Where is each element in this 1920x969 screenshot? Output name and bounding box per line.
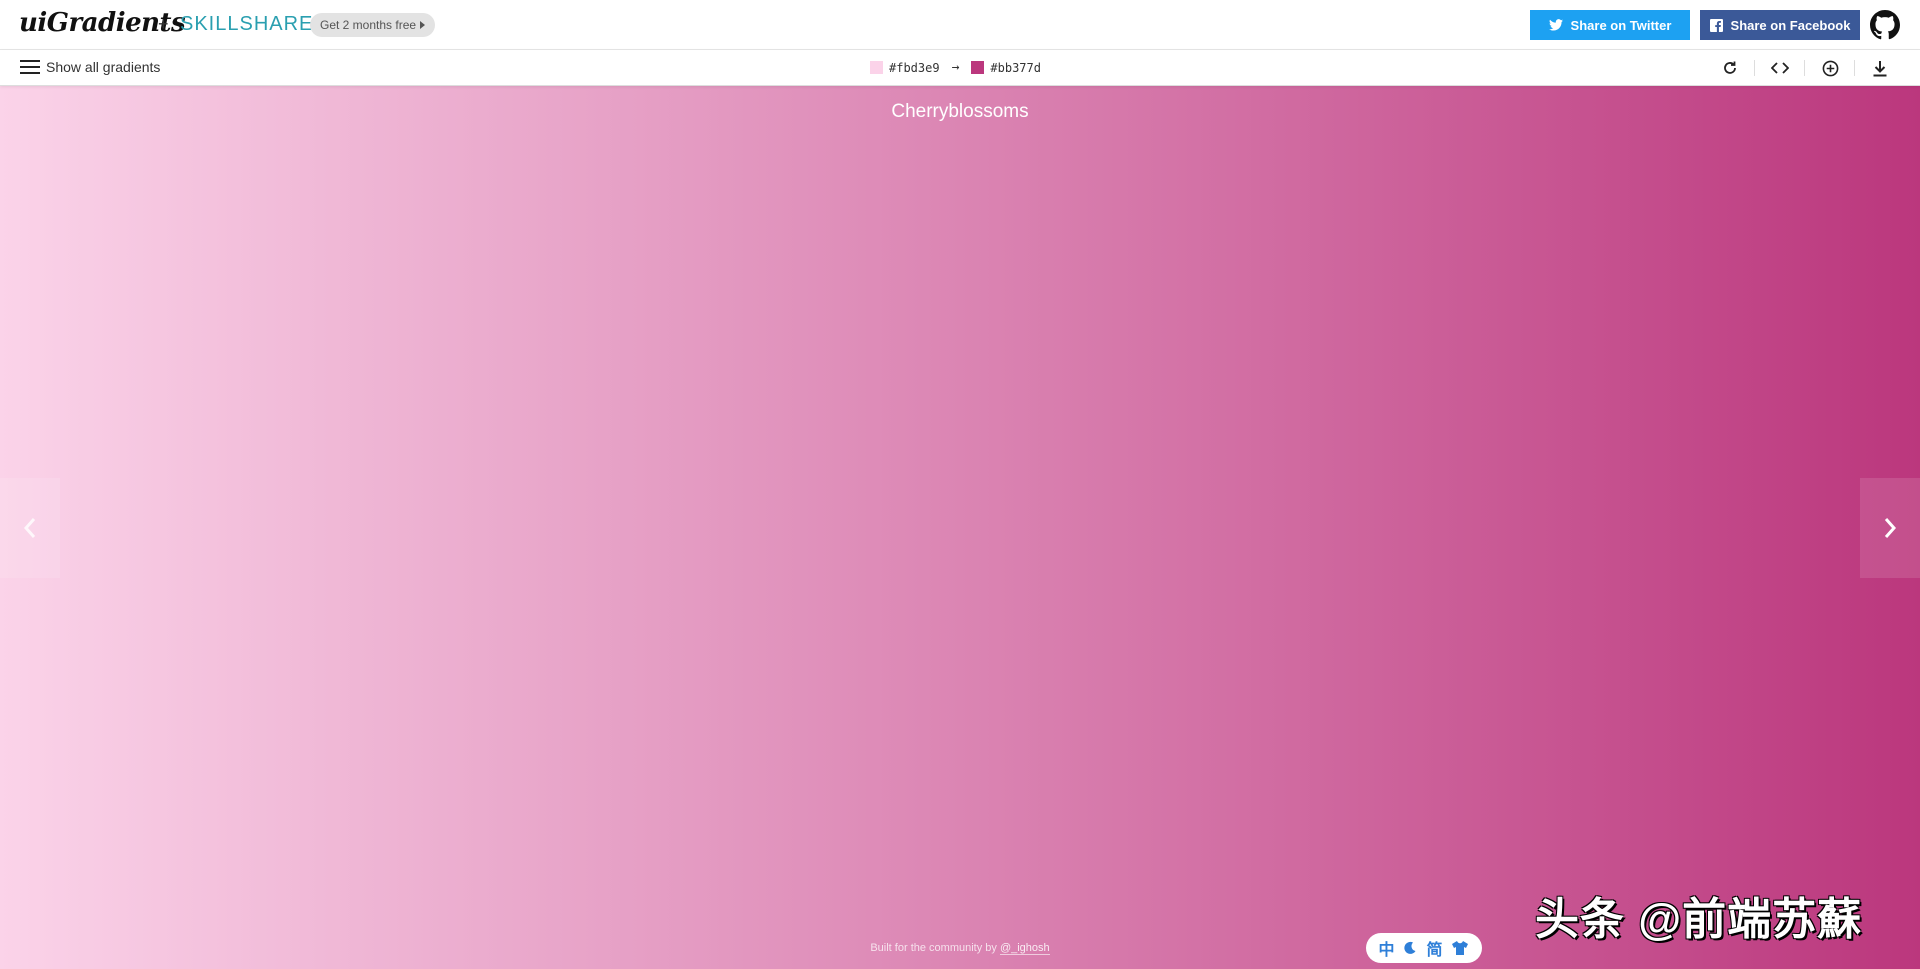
show-all-gradients-label: Show all gradients bbox=[46, 59, 161, 75]
gradient-name: Cherryblossoms bbox=[891, 101, 1029, 122]
footer: Built for the community by @_ighosh bbox=[0, 942, 1920, 955]
share-twitter-button[interactable]: Share on Twitter bbox=[1530, 10, 1690, 40]
download-icon bbox=[1873, 60, 1887, 76]
toolbar-divider bbox=[1854, 60, 1855, 76]
watermark: 头条 @前端苏蘇 bbox=[1535, 895, 1863, 944]
toolbar: Show all gradients #fbd3e9 → #bb377d bbox=[0, 50, 1920, 86]
color-to-swatch bbox=[971, 61, 985, 74]
color-to-hex[interactable]: #bb377d bbox=[990, 61, 1041, 75]
ime-toolbar: 中 简 bbox=[1366, 933, 1482, 963]
github-link[interactable] bbox=[1870, 10, 1900, 40]
twitter-icon bbox=[1548, 19, 1563, 31]
gradient-preview: Cherryblossoms 头条 @前端苏蘇 Built for the co… bbox=[0, 86, 1920, 969]
share-facebook-button[interactable]: Share on Facebook bbox=[1700, 10, 1860, 40]
gradient-colors: #fbd3e9 → #bb377d bbox=[870, 60, 1041, 75]
share-facebook-label: Share on Facebook bbox=[1730, 17, 1851, 33]
add-icon bbox=[1822, 60, 1838, 76]
arrow-right-icon: → bbox=[951, 60, 960, 75]
hamburger-icon bbox=[20, 60, 40, 74]
share-twitter-label: Share on Twitter bbox=[1570, 17, 1672, 33]
footer-text: Built for the community by bbox=[870, 942, 1000, 954]
chevron-left-icon bbox=[23, 518, 36, 538]
promo-label: Get 2 months free bbox=[320, 18, 417, 32]
top-bar: uiGradients + SKILLSHARE Get 2 months fr… bbox=[0, 0, 1920, 50]
caret-right-icon bbox=[420, 21, 426, 29]
plus-sign: + bbox=[158, 14, 169, 34]
color-from-hex[interactable]: #fbd3e9 bbox=[889, 61, 940, 75]
shirt-icon[interactable] bbox=[1451, 940, 1469, 956]
show-all-gradients-button[interactable]: Show all gradients bbox=[20, 59, 160, 75]
author-link[interactable]: @_ighosh bbox=[999, 942, 1050, 955]
github-icon bbox=[1870, 10, 1900, 40]
promo-badge[interactable]: Get 2 months free bbox=[310, 13, 436, 37]
color-from-swatch bbox=[870, 61, 883, 74]
chevron-right-icon bbox=[1884, 518, 1897, 538]
ime-simplified-toggle[interactable]: 简 bbox=[1426, 936, 1442, 960]
download-button[interactable] bbox=[1870, 58, 1890, 78]
skillshare-logo[interactable]: SKILLSHARE bbox=[180, 13, 313, 36]
moon-icon[interactable] bbox=[1403, 941, 1417, 955]
next-gradient-button[interactable] bbox=[1860, 478, 1920, 578]
rotate-button[interactable] bbox=[1720, 58, 1740, 78]
previous-gradient-button[interactable] bbox=[0, 478, 60, 578]
ime-chinese-toggle[interactable]: 中 bbox=[1378, 936, 1394, 960]
facebook-icon bbox=[1709, 18, 1723, 32]
toolbar-divider bbox=[1754, 60, 1755, 76]
rotate-icon bbox=[1724, 61, 1736, 74]
code-icon bbox=[1771, 62, 1789, 74]
toolbar-divider bbox=[1804, 60, 1805, 76]
add-gradient-button[interactable] bbox=[1820, 58, 1840, 78]
get-css-button[interactable] bbox=[1770, 58, 1790, 78]
